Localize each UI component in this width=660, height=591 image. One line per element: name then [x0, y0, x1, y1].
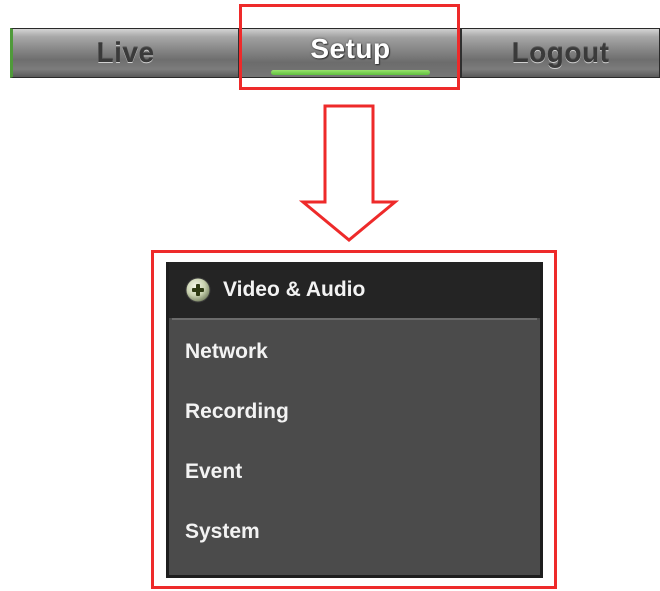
down-arrow-icon — [299, 104, 399, 242]
tab-live[interactable]: Live — [13, 29, 240, 77]
menu-item-recording[interactable]: Recording — [169, 382, 540, 442]
plus-circle-icon — [185, 277, 211, 303]
tab-setup[interactable]: Setup — [240, 29, 462, 77]
tab-live-label: Live — [96, 37, 155, 68]
menu-item-system[interactable]: System — [169, 502, 540, 562]
screenshot-canvas: Live Setup Logout Video & Audio Network … — [0, 0, 660, 591]
menu-item-event[interactable]: Event — [169, 442, 540, 502]
tab-logout-label: Logout — [511, 37, 610, 68]
top-nav-bar: Live Setup Logout — [10, 28, 660, 78]
tab-setup-label: Setup — [310, 33, 391, 64]
menu-item-label: System — [185, 520, 260, 543]
menu-item-label: Network — [185, 340, 268, 363]
menu-item-label: Event — [185, 460, 243, 483]
tab-logout[interactable]: Logout — [462, 29, 659, 77]
setup-menu: Video & Audio Network Recording Event Sy… — [166, 262, 543, 578]
active-tab-indicator — [271, 70, 430, 75]
menu-item-label: Video & Audio — [223, 278, 366, 301]
menu-item-video-audio[interactable]: Video & Audio — [169, 262, 540, 318]
menu-divider — [172, 318, 537, 320]
menu-item-network[interactable]: Network — [169, 322, 540, 382]
menu-item-label: Recording — [185, 400, 289, 423]
